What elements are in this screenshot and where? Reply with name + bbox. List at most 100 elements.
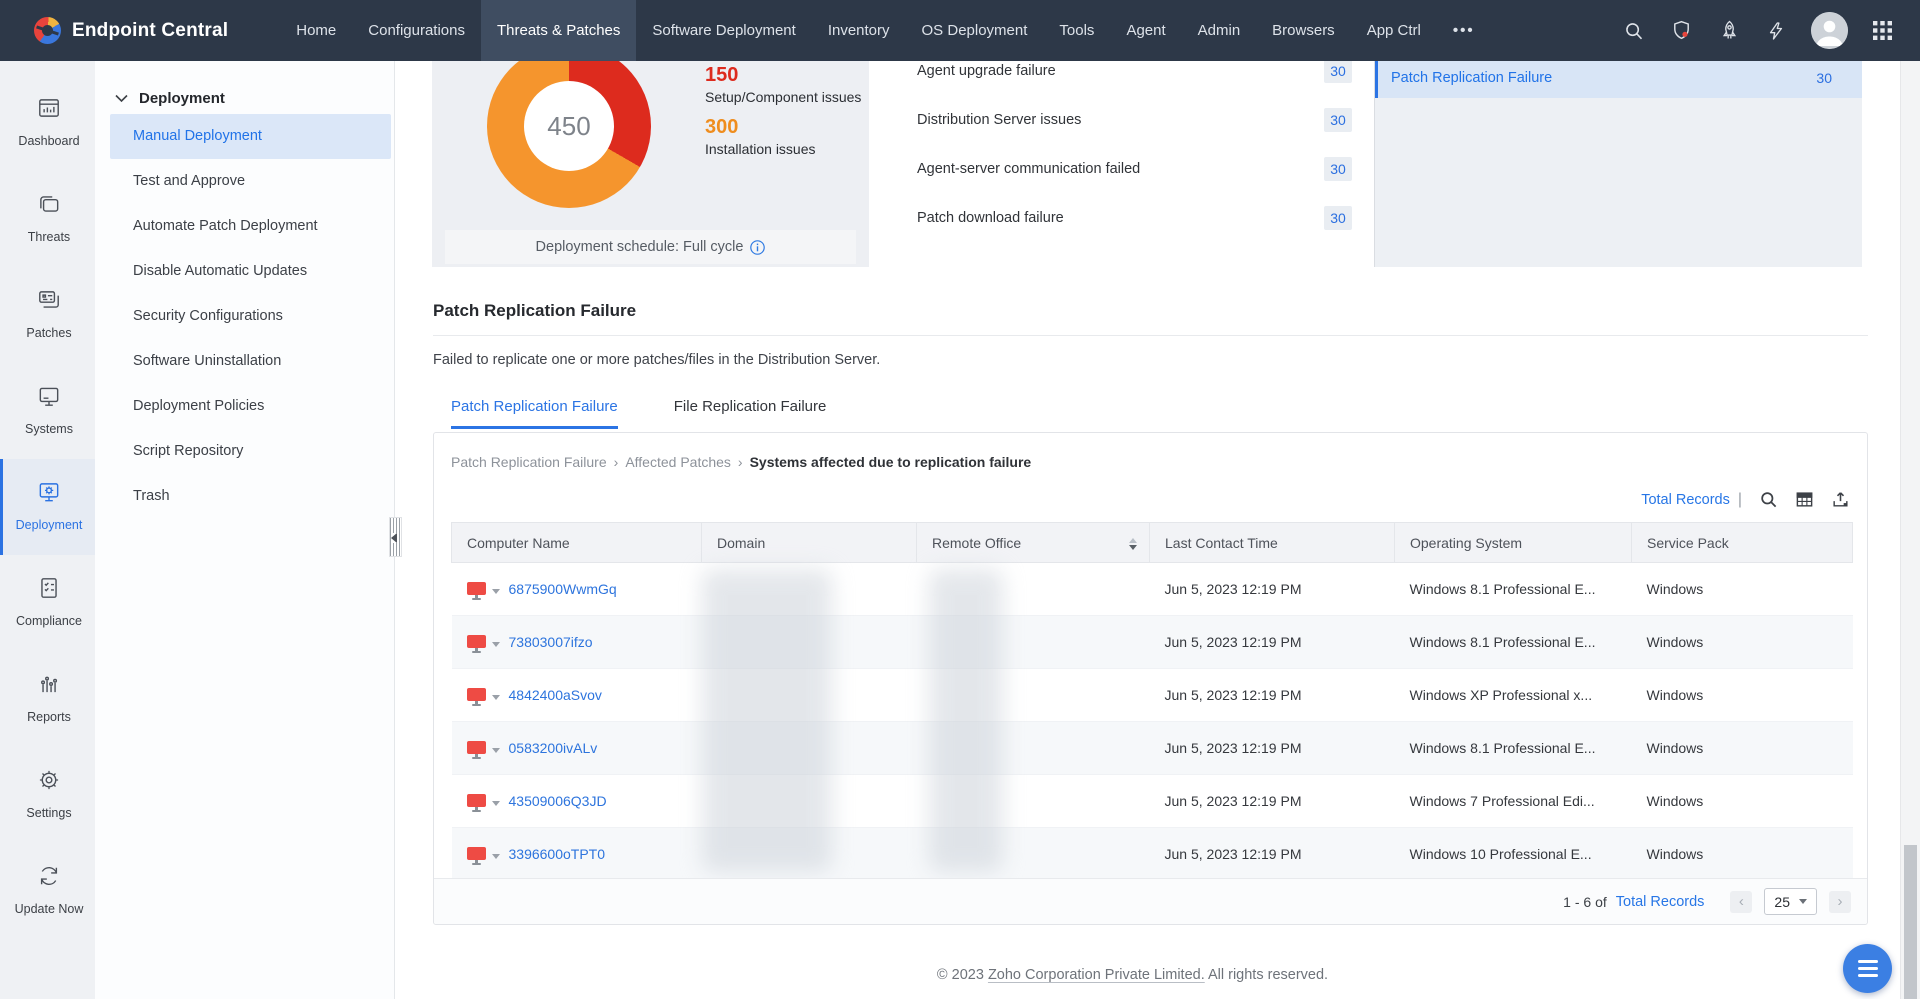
computer-actions-dropdown-icon[interactable] [492, 801, 500, 806]
failure-count: 30 [1324, 206, 1352, 230]
column-header-domain[interactable]: Domain [702, 523, 917, 563]
tab-file-replication-failure[interactable]: File Replication Failure [674, 398, 827, 429]
failure-item-distribution-server-issues[interactable]: Distribution Server issues30 [869, 95, 1374, 144]
nav-item-more[interactable]: ••• [1437, 0, 1491, 61]
failure-detail-panel: Patch Replication Failure 30 [1374, 61, 1862, 267]
menu-item-deployment-policies[interactable]: Deployment Policies [110, 384, 391, 429]
computer-name-link[interactable]: 3396600oTPT0 [509, 846, 606, 862]
nav-item-home[interactable]: Home [280, 0, 352, 61]
deployment-sidebar-header[interactable]: Deployment [95, 82, 394, 114]
menu-item-manual-deployment[interactable]: Manual Deployment [110, 114, 391, 159]
prev-page-button[interactable]: ‹ [1730, 891, 1752, 913]
user-avatar[interactable] [1811, 12, 1848, 49]
search-icon[interactable] [1759, 490, 1778, 509]
failure-item-agent-upgrade-failure[interactable]: Agent upgrade failure30 [869, 61, 1374, 95]
breadcrumb-item-2[interactable]: Affected Patches [625, 454, 731, 470]
search-icon[interactable] [1623, 20, 1645, 42]
nav-item-threats-patches[interactable]: Threats & Patches [481, 0, 636, 61]
service-pack-cell: Windows [1632, 722, 1853, 775]
failure-count: 30 [1324, 157, 1352, 181]
menu-item-disable-automatic-updates[interactable]: Disable Automatic Updates [110, 249, 391, 294]
page-size-select[interactable]: 25 [1764, 888, 1817, 915]
nav-item-inventory[interactable]: Inventory [812, 0, 906, 61]
sidebar-item-compliance[interactable]: Compliance [0, 555, 95, 651]
toolbar-pipe: | [1738, 491, 1742, 509]
sidebar-item-dashboard[interactable]: Dashboard [0, 75, 95, 171]
deployment-summary: 450 150Setup/Component issues300Installa… [432, 61, 1862, 267]
blurred-remote-office-data [929, 569, 1003, 872]
operating-system-cell: Windows 8.1 Professional E... [1395, 563, 1632, 616]
computer-name-link[interactable]: 43509006Q3JD [509, 793, 607, 809]
operating-system-cell: Windows XP Professional x... [1395, 669, 1632, 722]
sidebar-item-deployment[interactable]: Deployment [0, 459, 95, 555]
column-header-service-pack[interactable]: Service Pack [1632, 523, 1853, 563]
computer-actions-dropdown-icon[interactable] [492, 748, 500, 753]
app-grid-icon[interactable] [1873, 21, 1892, 40]
failure-label: Agent-server communication failed [917, 161, 1324, 177]
zoho-corporation-link[interactable]: Zoho Corporation Private Limited. [988, 967, 1205, 983]
menu-item-software-uninstallation[interactable]: Software Uninstallation [110, 339, 391, 384]
computer-actions-dropdown-icon[interactable] [492, 854, 500, 859]
breadcrumb-item-1[interactable]: Patch Replication Failure [451, 454, 607, 470]
nav-item-agent[interactable]: Agent [1110, 0, 1181, 61]
nav-item-os-deployment[interactable]: OS Deployment [906, 0, 1044, 61]
menu-item-automate-patch-deployment[interactable]: Automate Patch Deployment [110, 204, 391, 249]
failure-item-patch-download-failure[interactable]: Patch download failure30 [869, 193, 1374, 242]
computer-name-link[interactable]: 4842400aSvov [509, 687, 602, 703]
column-header-label: Service Pack [1647, 535, 1729, 551]
failure-item-agent-server-communication-failed[interactable]: Agent-server communication failed30 [869, 144, 1374, 193]
quick-actions-lightning-icon[interactable] [1766, 20, 1786, 42]
sidebar-item-settings[interactable]: Settings [0, 747, 95, 843]
failure-category-list: Agent upgrade failure30Distribution Serv… [869, 61, 1374, 267]
computer-name-link[interactable]: 0583200ivALv [509, 740, 598, 756]
table-header-row: Computer NameDomain Remote Office Last Con… [452, 523, 1853, 563]
nav-item-configurations[interactable]: Configurations [352, 0, 481, 61]
menu-item-trash[interactable]: Trash [110, 474, 391, 519]
breadcrumb-item-3: Systems affected due to replication fail… [750, 454, 1032, 470]
sidebar-collapse-handle[interactable] [389, 517, 402, 557]
menu-item-test-and-approve[interactable]: Test and Approve [110, 159, 391, 204]
computer-actions-dropdown-icon[interactable] [492, 589, 500, 594]
nav-item-app-ctrl[interactable]: App Ctrl [1351, 0, 1437, 61]
next-page-button[interactable]: › [1829, 891, 1851, 913]
failure-item-patch-replication-failure[interactable]: Patch Replication Failure 30 [1375, 61, 1862, 98]
nav-item-browsers[interactable]: Browsers [1256, 0, 1351, 61]
column-header-computer-name[interactable]: Computer Name [452, 523, 702, 563]
column-header-remote-office[interactable]: Remote Office [917, 523, 1150, 563]
computer-actions-dropdown-icon[interactable] [492, 642, 500, 647]
column-header-operating-system[interactable]: Operating System [1395, 523, 1632, 563]
brand[interactable]: Endpoint Central [34, 17, 228, 44]
menu-item-script-repository[interactable]: Script Repository [110, 429, 391, 474]
sort-icon[interactable] [1129, 538, 1137, 550]
total-records-link[interactable]: Total Records [1641, 492, 1730, 508]
computer-name-link[interactable]: 73803007ifzo [509, 634, 593, 650]
sidebar-item-update-now[interactable]: Update Now [0, 843, 95, 939]
nav-item-software-deployment[interactable]: Software Deployment [636, 0, 811, 61]
whats-new-rocket-icon[interactable] [1718, 19, 1741, 42]
export-icon[interactable] [1831, 490, 1850, 509]
table-row: 6875900WwmGqJun 5, 2023 12:19 PMWindows … [452, 563, 1853, 616]
computer-actions-dropdown-icon[interactable] [492, 695, 500, 700]
pagination-total-records-link[interactable]: Total Records [1616, 894, 1705, 910]
column-chooser-icon[interactable] [1795, 490, 1814, 509]
scrollbar-thumb[interactable] [1904, 845, 1917, 999]
tab-patch-replication-failure[interactable]: Patch Replication Failure [451, 398, 618, 429]
quick-actions-fab[interactable] [1843, 944, 1892, 993]
vertical-scrollbar[interactable] [1900, 61, 1920, 999]
top-nav-menu: HomeConfigurationsThreats & PatchesSoftw… [280, 0, 1490, 61]
sidebar-item-reports[interactable]: Reports [0, 651, 95, 747]
computer-name-link[interactable]: 6875900WwmGq [509, 581, 617, 597]
nav-item-admin[interactable]: Admin [1182, 0, 1257, 61]
sidebar-item-patches[interactable]: Patches [0, 267, 95, 363]
nav-item-tools[interactable]: Tools [1043, 0, 1110, 61]
operating-system-cell: Windows 8.1 Professional E... [1395, 722, 1632, 775]
sidebar-item-threats[interactable]: Threats [0, 171, 95, 267]
column-header-label: Remote Office [932, 535, 1021, 551]
info-icon[interactable] [750, 240, 765, 255]
menu-item-security-configurations[interactable]: Security Configurations [110, 294, 391, 339]
computer-name-cell: 43509006Q3JD [452, 775, 702, 828]
column-header-last-contact-time[interactable]: Last Contact Time [1150, 523, 1395, 563]
security-shield-icon[interactable] [1670, 19, 1693, 42]
deployment-status-donut-chart[interactable]: 450 [487, 61, 651, 208]
sidebar-item-systems[interactable]: Systems [0, 363, 95, 459]
